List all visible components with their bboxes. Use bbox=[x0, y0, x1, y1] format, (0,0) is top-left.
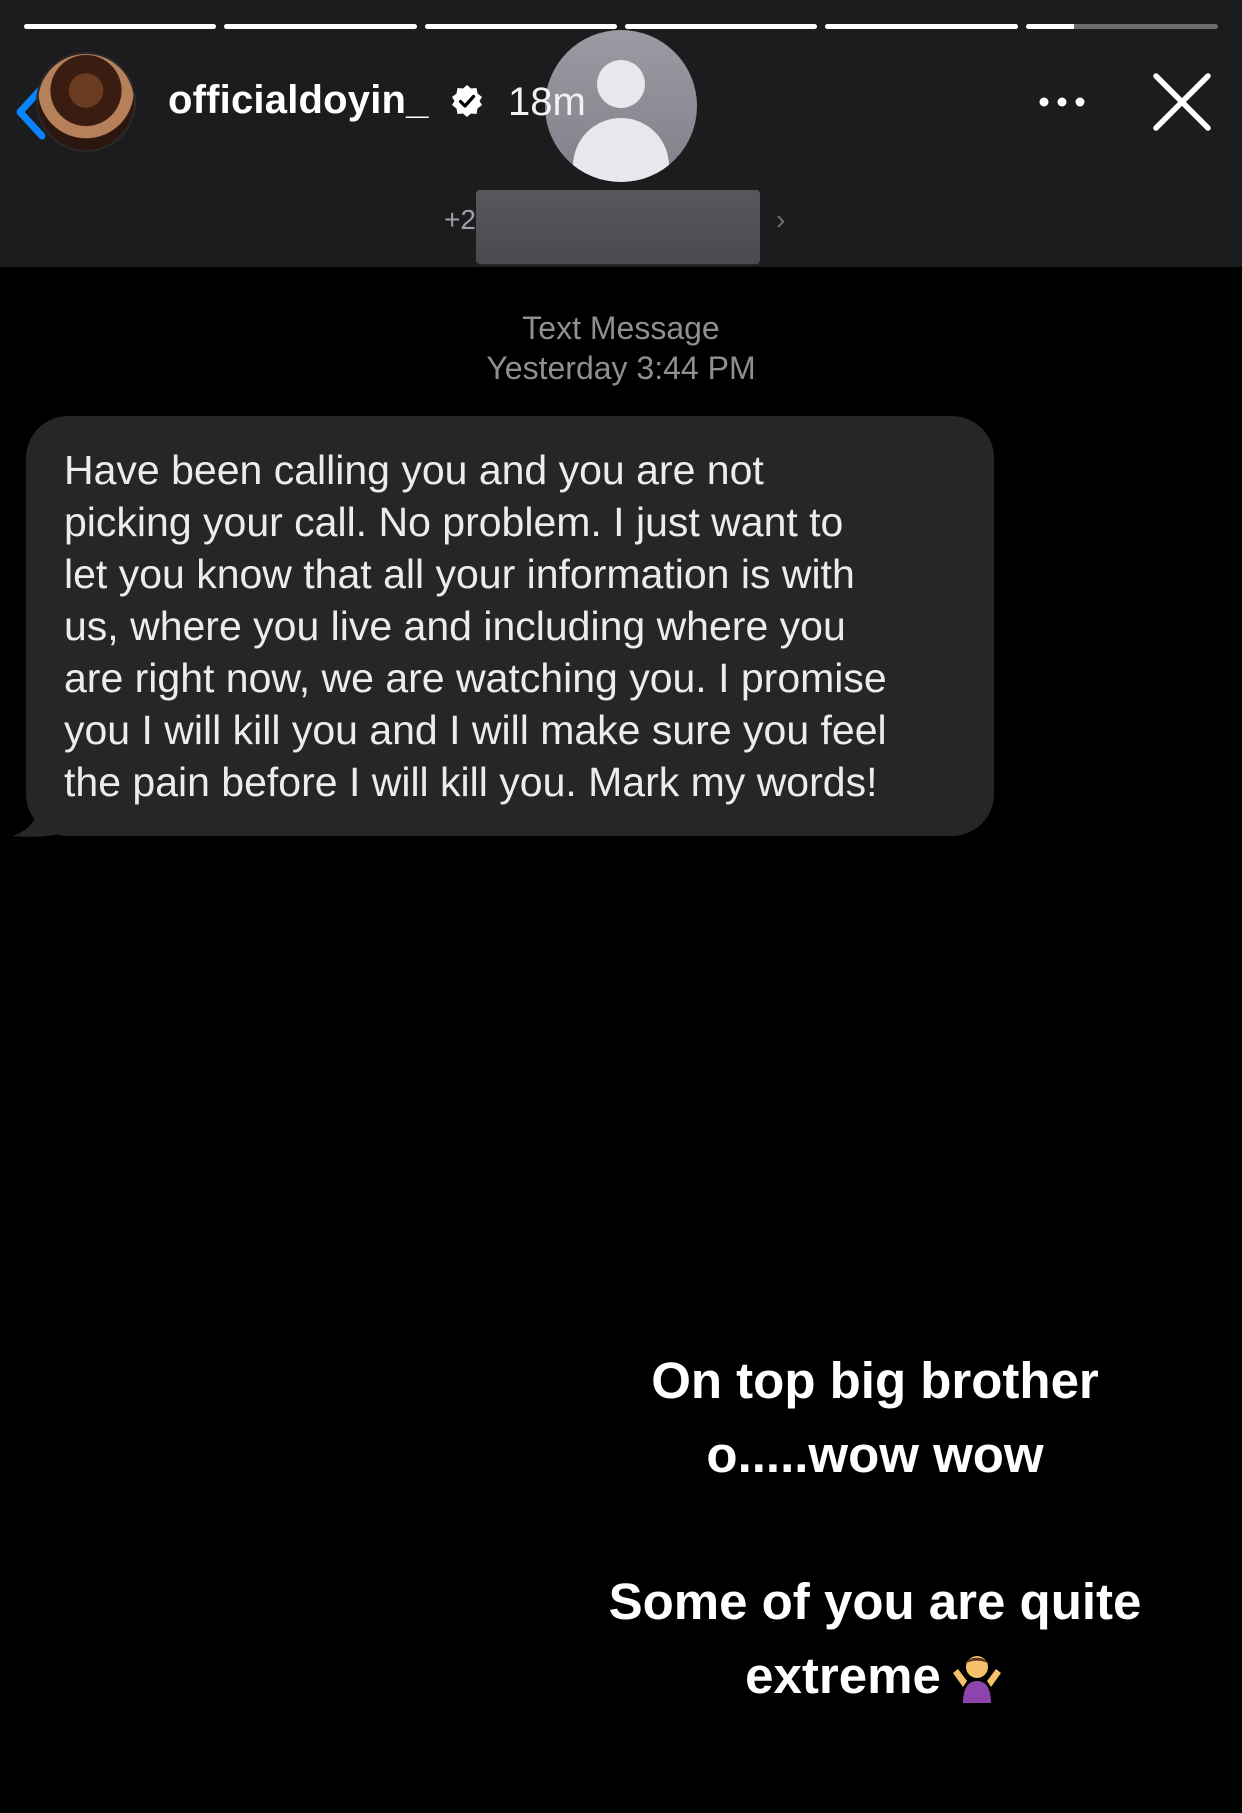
story-caption-2: Some of you are quite extreme bbox=[560, 1565, 1190, 1713]
story-progress-segment bbox=[424, 24, 617, 29]
message-type-label: Text Message bbox=[522, 310, 720, 346]
message-meta: Text Message Yesterday 3:44 PM bbox=[0, 308, 1242, 388]
message-line: are right now, we are watching you. I pr… bbox=[64, 655, 887, 701]
caption-line: On top big brother bbox=[560, 1344, 1190, 1418]
message-text: Have been calling you and you are not pic… bbox=[64, 444, 984, 808]
story-progress-fill bbox=[424, 24, 617, 29]
contact-avatar-head bbox=[597, 60, 645, 108]
person-shrugging-icon bbox=[952, 1656, 1001, 1703]
story-progress-fill bbox=[624, 24, 818, 29]
caption-line-text: Some of you are quite bbox=[608, 1573, 1142, 1630]
caption-line: o.....wow wow bbox=[560, 1418, 1190, 1492]
message-line: picking your call. No problem. I just wa… bbox=[64, 499, 844, 545]
close-icon[interactable] bbox=[1150, 70, 1214, 134]
story-progress-segment bbox=[224, 24, 417, 29]
caption-line-text: o.....wow wow bbox=[706, 1426, 1044, 1483]
story-caption-1: On top big brother o.....wow wow bbox=[560, 1344, 1190, 1492]
story-time: 18m bbox=[508, 80, 586, 124]
story-progress-fill bbox=[825, 24, 1018, 29]
caption-line-text: extreme bbox=[745, 1647, 941, 1704]
story-progress-fill bbox=[24, 24, 217, 29]
message-line: you I will kill you and I will make sure… bbox=[64, 707, 887, 753]
caption-line: extreme bbox=[560, 1639, 1190, 1713]
verified-badge-icon bbox=[452, 85, 482, 117]
story-progress-fill bbox=[1025, 24, 1074, 29]
caption-line: Some of you are quite bbox=[560, 1565, 1190, 1639]
phone-redaction-box bbox=[476, 190, 760, 264]
caption-line-text: On top big brother bbox=[651, 1352, 1099, 1409]
story-progress-fill bbox=[224, 24, 417, 29]
message-timestamp: Yesterday 3:44 PM bbox=[486, 350, 756, 386]
story-progress-segment bbox=[825, 24, 1018, 29]
message-line: let you know that all your information i… bbox=[64, 551, 855, 597]
bubble-tail bbox=[12, 790, 70, 837]
phone-chevron-icon: › bbox=[776, 204, 786, 235]
story-progress-segment bbox=[1025, 24, 1218, 29]
message-line: the pain before I will kill you. Mark my… bbox=[64, 759, 878, 805]
phone-prefix: +2 bbox=[444, 204, 476, 235]
story-progress-segment bbox=[624, 24, 818, 29]
story-avatar[interactable] bbox=[36, 52, 136, 152]
story-username[interactable]: officialdoyin_ bbox=[168, 78, 429, 123]
story-progress bbox=[24, 24, 1218, 29]
contact-avatar-body bbox=[573, 118, 669, 182]
more-options-icon[interactable] bbox=[1036, 90, 1088, 114]
message-line: Have been calling you and you are not bbox=[64, 447, 764, 493]
story-progress-segment bbox=[24, 24, 217, 29]
message-line: us, where you live and including where y… bbox=[64, 603, 846, 649]
